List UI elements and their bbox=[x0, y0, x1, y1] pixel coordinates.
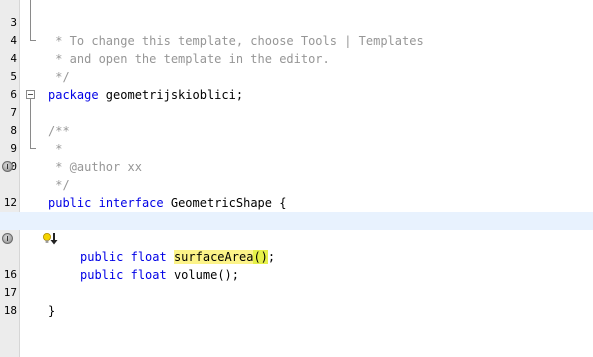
code-line[interactable]: 12 bbox=[0, 176, 593, 209]
code-line[interactable]: 8 * bbox=[0, 104, 593, 156]
code-line[interactable]: 3 * To change this template, choose Tool… bbox=[0, 0, 593, 48]
implements-method-icon[interactable] bbox=[2, 161, 13, 172]
code-line[interactable]: public interface GeometricShape { bbox=[0, 158, 593, 210]
code-line[interactable]: 5 package geometrijskioblici; bbox=[0, 50, 593, 102]
code-line[interactable]: public String name(); bbox=[0, 194, 593, 228]
code-line[interactable]: 17 } bbox=[0, 266, 593, 318]
code-line[interactable]: 4 * and open the template in the editor. bbox=[0, 14, 593, 66]
lightbulb-hint-icon[interactable] bbox=[0, 214, 58, 245]
implements-method-icon[interactable] bbox=[2, 233, 13, 244]
code-line[interactable]: public float volume(); bbox=[0, 230, 593, 282]
code-line[interactable]: 18 bbox=[0, 284, 593, 317]
fold-toggle-icon[interactable] bbox=[26, 90, 35, 99]
code-text: } bbox=[48, 304, 56, 318]
code-line[interactable]: 6 bbox=[0, 68, 593, 101]
line-number: 18 bbox=[3, 304, 17, 317]
code-line[interactable]: 10 */ bbox=[0, 140, 593, 192]
code-line-current[interactable]: public float surfaceArea(); bbox=[0, 212, 593, 264]
code-line[interactable]: 16 bbox=[0, 248, 593, 281]
code-line[interactable]: 7 /** bbox=[0, 86, 593, 138]
code-line[interactable]: 9 * @author xx bbox=[0, 122, 593, 174]
code-editor[interactable]: 3 * To change this template, choose Tool… bbox=[0, 0, 593, 357]
code-line[interactable]: 4 */ bbox=[0, 32, 593, 84]
